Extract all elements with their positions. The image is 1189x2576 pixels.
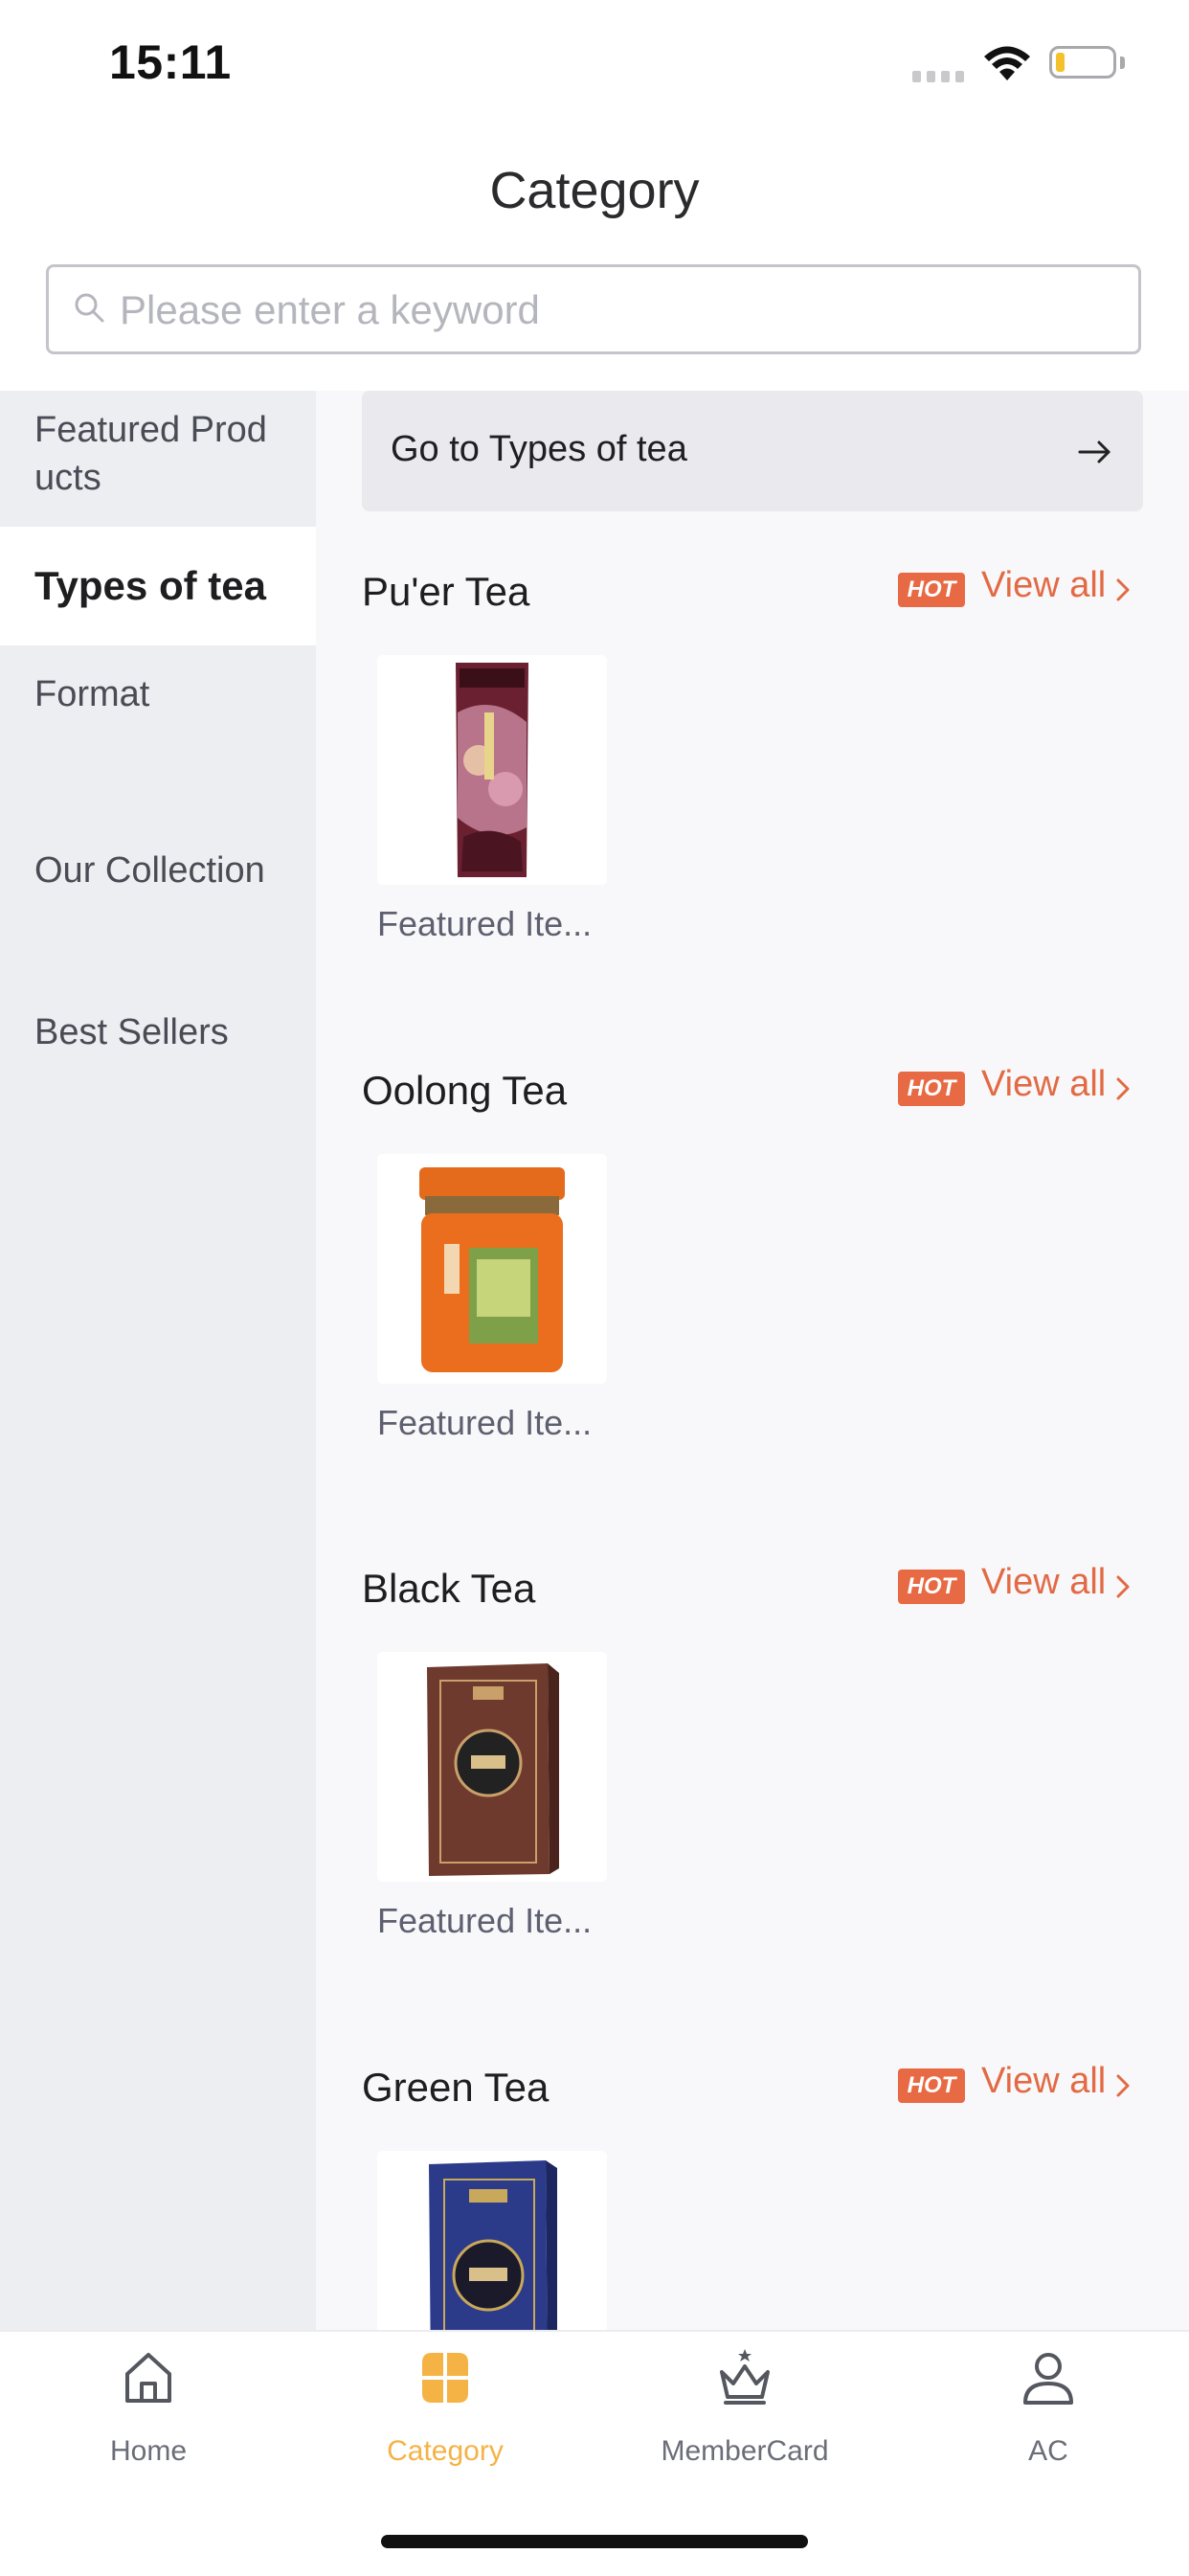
tab-ac[interactable]: AC — [900, 2347, 1189, 2468]
sidebar-item-featured-products[interactable]: Featured Products — [0, 391, 316, 527]
hot-badge: HOT — [898, 1072, 965, 1106]
chevron-right-icon[interactable] — [1110, 2070, 1135, 2101]
tab-label: Home — [109, 2435, 188, 2467]
category-sidebar: Featured Products Types of tea Format Ou… — [0, 391, 316, 2330]
section-title: Pu'er Tea — [362, 569, 530, 614]
chevron-right-icon[interactable] — [1110, 1073, 1135, 1104]
category-icon — [422, 2353, 468, 2403]
chevron-right-icon[interactable] — [1110, 575, 1135, 605]
home-indicator — [381, 2535, 808, 2548]
hot-badge: HOT — [898, 2068, 965, 2103]
sidebar-item-types-of-tea[interactable]: Types of tea — [0, 527, 316, 645]
status-time: 15:11 — [109, 35, 232, 89]
sidebar-item-label: Types of tea — [34, 563, 266, 608]
battery-icon — [1049, 46, 1116, 79]
sidebar-item-our-collection[interactable]: Our Collection — [0, 847, 316, 961]
signal-icon — [912, 71, 964, 82]
section-title: Black Tea — [362, 1566, 536, 1611]
tab-home[interactable]: Home — [0, 2347, 297, 2468]
sidebar-item-label: Our Collection — [34, 850, 265, 891]
home-icon — [125, 2353, 171, 2403]
view-all-link[interactable]: View all — [981, 1562, 1106, 1603]
product-card[interactable] — [377, 655, 607, 885]
product-card[interactable] — [377, 1154, 607, 1384]
tab-label: AC — [1028, 2435, 1068, 2467]
category-section-oolong-tea: Oolong Tea HOT View all Featured Ite... — [362, 1064, 1143, 1527]
page-title: Category — [489, 162, 700, 219]
view-all-link[interactable]: View all — [981, 1064, 1106, 1105]
sidebar-item-label: Featured Products — [34, 410, 267, 498]
tab-category[interactable]: Category — [297, 2347, 594, 2468]
view-all-link[interactable]: View all — [981, 2061, 1106, 2102]
tab-membercard[interactable]: MemberCard — [596, 2347, 893, 2468]
search-bar[interactable] — [46, 264, 1141, 354]
banner-label: Go to Types of tea — [391, 429, 687, 469]
goto-types-of-tea-banner[interactable]: Go to Types of tea — [362, 391, 1143, 511]
green-tea-box-image — [377, 2151, 607, 2330]
puer-tea-package-image — [377, 655, 607, 885]
wifi-icon — [984, 46, 1030, 80]
section-title: Green Tea — [362, 2065, 550, 2110]
product-card[interactable] — [377, 1652, 607, 1882]
category-section-black-tea: Black Tea HOT View all Featured Ite... — [362, 1562, 1143, 2025]
sidebar-item-format[interactable]: Format — [0, 645, 316, 741]
sidebar-item-label: Format — [34, 674, 150, 714]
search-input[interactable] — [118, 267, 1117, 353]
arrow-right-icon — [1078, 441, 1110, 463]
product-name: Featured Ite... — [377, 904, 593, 943]
sidebar-item-label: Best Sellers — [34, 1012, 229, 1052]
category-main: Go to Types of tea Pu'er Tea HOT View al… — [316, 391, 1189, 2330]
battery-cap — [1120, 56, 1125, 69]
content-area: Featured Products Types of tea Format Ou… — [0, 391, 1189, 2330]
category-section-puer-tea: Pu'er Tea HOT View all Featured Ite... — [362, 565, 1143, 1028]
category-section-green-tea: Green Tea HOT View all — [362, 2061, 1143, 2330]
product-name: Featured Ite... — [377, 1403, 593, 1442]
hot-badge: HOT — [898, 1570, 965, 1604]
crown-icon — [720, 2349, 770, 2405]
oolong-tea-tin-image — [377, 1154, 607, 1384]
hot-badge: HOT — [898, 573, 965, 607]
search-icon — [75, 293, 104, 323]
person-icon — [1023, 2353, 1073, 2405]
sidebar-item-best-sellers[interactable]: Best Sellers — [0, 1008, 316, 1075]
chevron-right-icon[interactable] — [1110, 1571, 1135, 1602]
view-all-link[interactable]: View all — [981, 565, 1106, 606]
status-bar: 15:11 — [0, 0, 1189, 124]
product-card[interactable] — [377, 2151, 607, 2330]
tab-label: Category — [387, 2435, 504, 2467]
tab-label: MemberCard — [661, 2435, 829, 2467]
black-tea-box-image — [377, 1652, 607, 1882]
section-title: Oolong Tea — [362, 1068, 568, 1113]
product-name: Featured Ite... — [377, 1901, 593, 1940]
